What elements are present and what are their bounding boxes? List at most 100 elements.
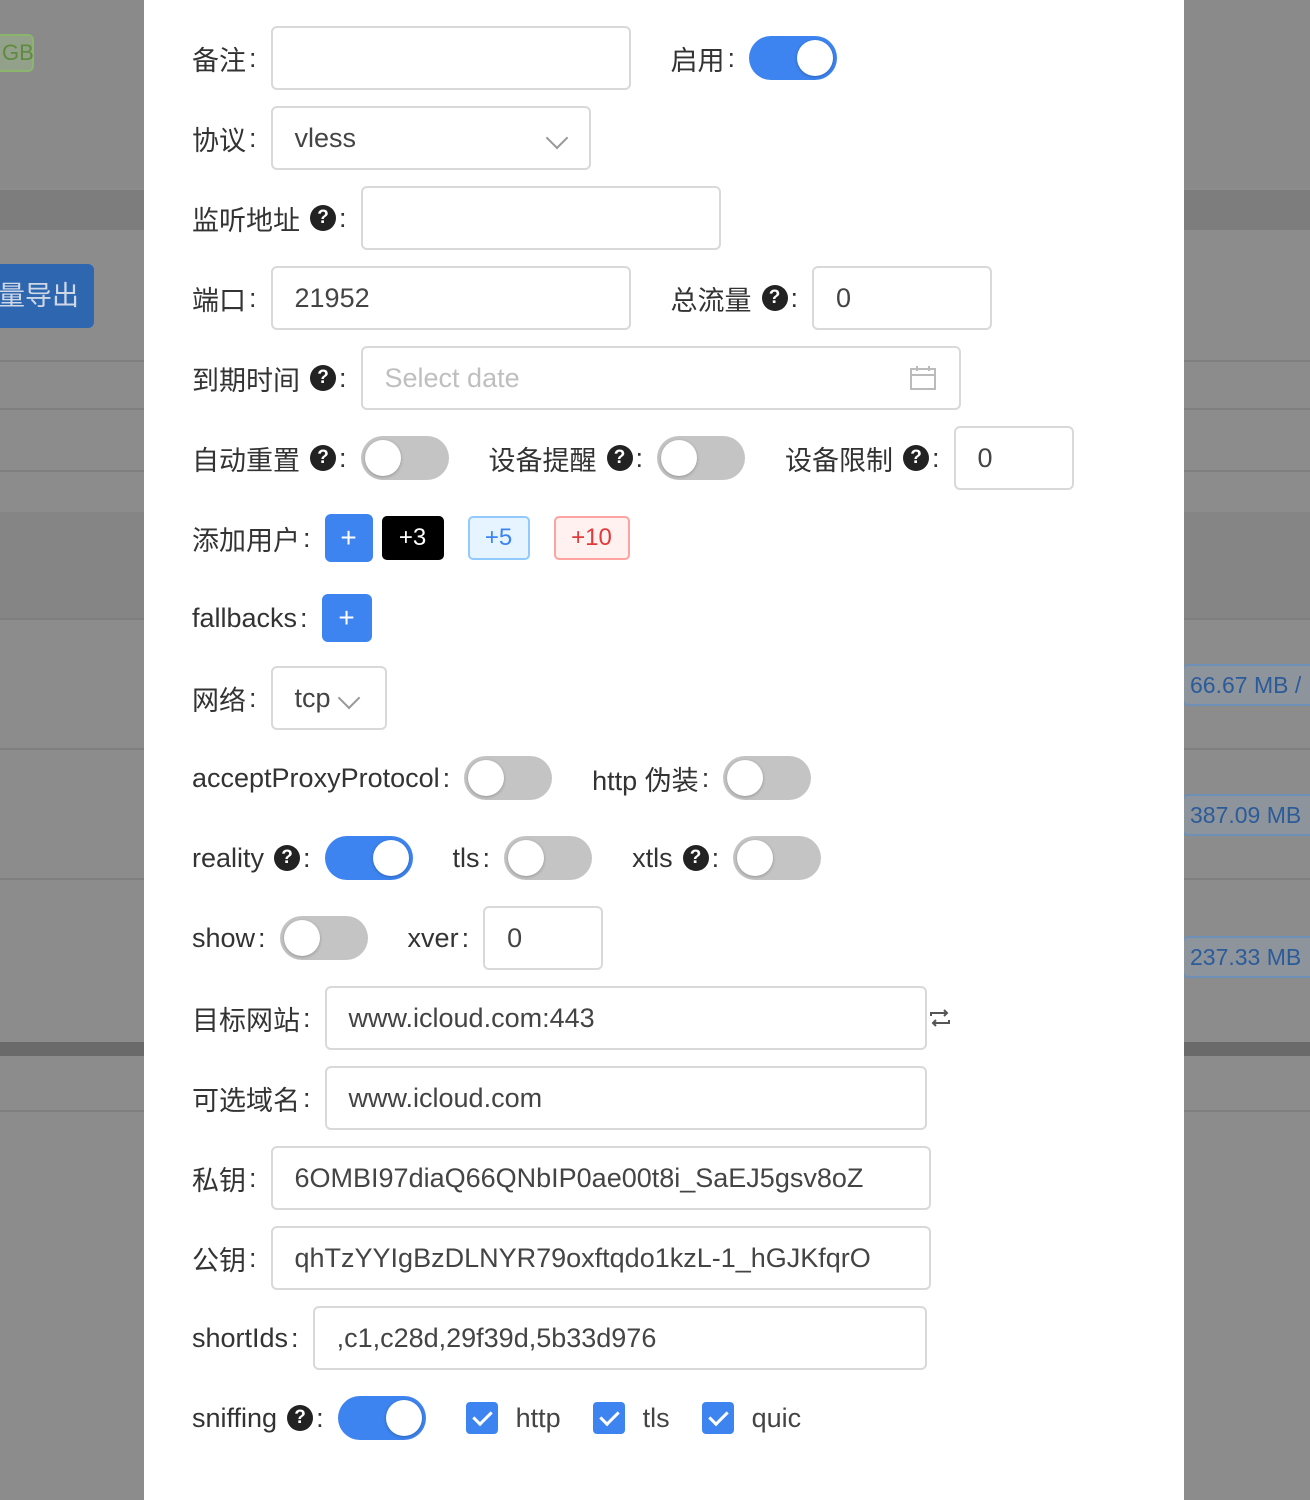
- private-key-label: 私钥:: [192, 1162, 257, 1196]
- help-icon[interactable]: ?: [606, 445, 633, 471]
- http-camouflage-label: http 伪装:: [592, 762, 710, 796]
- enable-label: 启用:: [670, 42, 736, 76]
- target-site-input[interactable]: www.icloud.com:443: [324, 986, 927, 1050]
- tls-switch[interactable]: [504, 836, 593, 880]
- export-button[interactable]: 量导出: [0, 264, 94, 328]
- auto-reset-label: 自动重置?:: [192, 442, 347, 476]
- auto-reset-switch[interactable]: [360, 436, 449, 480]
- traffic-value: 237.33 MB: [1182, 936, 1310, 978]
- help-icon[interactable]: ?: [310, 365, 336, 391]
- sniff-tls-checkbox[interactable]: [592, 1402, 625, 1434]
- network-row: 网络: tcp: [192, 666, 387, 730]
- fallbacks-row: fallbacks: +: [192, 586, 372, 650]
- add-user-label: 添加用户:: [192, 522, 311, 556]
- server-names-input[interactable]: www.icloud.com: [324, 1066, 927, 1130]
- sniffing-label: sniffing?:: [192, 1402, 324, 1433]
- sniff-http-label: http: [515, 1402, 561, 1433]
- listen-row: 监听地址?:: [192, 186, 721, 250]
- proxy-row: acceptProxyProtocol: http 伪装:: [192, 746, 812, 810]
- security-row: reality?: tls: xtls?:: [192, 826, 822, 890]
- protocol-value: vless: [294, 122, 357, 153]
- xver-label: xver:: [407, 922, 470, 953]
- swap-icon[interactable]: [927, 1005, 953, 1031]
- sniff-quic-checkbox[interactable]: [701, 1402, 734, 1434]
- add-10-users-button[interactable]: +10: [553, 516, 630, 560]
- inbound-edit-modal: 备注: 启用: 协议: vless 监听地址?: 端口: 21952 总流量?:…: [144, 0, 1184, 1500]
- protocol-select[interactable]: vless: [270, 106, 591, 170]
- sniff-quic-label: quic: [751, 1402, 802, 1433]
- show-label: show:: [192, 922, 266, 953]
- help-icon[interactable]: ?: [287, 1405, 314, 1431]
- expiry-date-picker[interactable]: Select date: [360, 346, 961, 410]
- private-key-row: 私钥: 6OMBI97diaQ66QNbIP0ae00t8i_SaEJ5gsv8…: [192, 1146, 931, 1210]
- total-traffic-input[interactable]: 0: [812, 266, 993, 330]
- traffic-value: 66.67 MB /: [1182, 664, 1310, 706]
- chevron-down-icon: [337, 686, 360, 710]
- traffic-value: 387.09 MB: [1182, 794, 1310, 836]
- network-select[interactable]: tcp: [270, 666, 387, 730]
- reality-switch[interactable]: [324, 836, 413, 880]
- server-names-row: 可选域名: www.icloud.com: [192, 1066, 927, 1130]
- xtls-label: xtls?:: [632, 842, 720, 873]
- xver-input[interactable]: 0: [483, 906, 604, 970]
- expiry-placeholder: Select date: [384, 362, 520, 393]
- sniffing-row: sniffing?: http tls quic: [192, 1386, 801, 1450]
- help-icon[interactable]: ?: [310, 205, 336, 231]
- add-5-users-button[interactable]: +5: [467, 516, 530, 560]
- remark-row: 备注: 启用:: [192, 26, 838, 90]
- chevron-down-icon: [545, 126, 568, 150]
- short-ids-label: shortIds:: [192, 1322, 299, 1353]
- show-row: show: xver: 0: [192, 906, 604, 970]
- port-input[interactable]: 21952: [270, 266, 631, 330]
- short-ids-row: shortIds: ,c1,c28d,29f39d,5b33d976: [192, 1306, 927, 1370]
- private-key-input[interactable]: 6OMBI97diaQ66QNbIP0ae00t8i_SaEJ5gsv8oZ: [270, 1146, 931, 1210]
- target-site-label: 目标网站:: [192, 1002, 311, 1036]
- add-fallback-button[interactable]: +: [321, 594, 372, 642]
- traffic-tag: GB: [0, 34, 34, 72]
- device-row: 自动重置?: 设备提醒?: 设备限制?: 0: [192, 426, 1074, 490]
- protocol-row: 协议: vless: [192, 106, 591, 170]
- device-limit-label: 设备限制?:: [785, 442, 940, 476]
- port-label: 端口:: [192, 282, 257, 316]
- sniff-http-checkbox[interactable]: [465, 1402, 498, 1434]
- xtls-switch[interactable]: [733, 836, 822, 880]
- short-ids-input[interactable]: ,c1,c28d,29f39d,5b33d976: [312, 1306, 927, 1370]
- sniffing-switch[interactable]: [337, 1396, 426, 1440]
- accept-proxy-label: acceptProxyProtocol:: [192, 762, 451, 793]
- listen-input[interactable]: [360, 186, 721, 250]
- help-icon[interactable]: ?: [682, 845, 709, 871]
- add-user-row: 添加用户: + +3 +5 +10: [192, 506, 630, 570]
- add-3-users-button[interactable]: +3: [381, 516, 444, 560]
- device-alert-label: 设备提醒?:: [488, 442, 644, 476]
- help-icon[interactable]: ?: [761, 285, 788, 311]
- help-icon[interactable]: ?: [903, 445, 930, 471]
- network-label: 网络:: [192, 682, 257, 716]
- public-key-row: 公钥: qhTzYYIgBzDLNYR79oxftqdo1kzL-1_hGJKf…: [192, 1226, 931, 1290]
- tls-label: tls:: [452, 842, 491, 873]
- calendar-icon: [909, 366, 936, 390]
- public-key-input[interactable]: qhTzYYIgBzDLNYR79oxftqdo1kzL-1_hGJKfqrO: [270, 1226, 931, 1290]
- remark-label: 备注:: [192, 42, 257, 76]
- show-switch[interactable]: [279, 916, 368, 960]
- help-icon[interactable]: ?: [310, 445, 336, 471]
- target-site-row: 目标网站: www.icloud.com:443: [192, 986, 953, 1050]
- expiry-row: 到期时间?: Select date: [192, 346, 961, 410]
- add-user-button[interactable]: +: [324, 514, 373, 562]
- total-traffic-label: 总流量?:: [670, 282, 799, 316]
- public-key-label: 公钥:: [192, 1242, 257, 1276]
- reality-label: reality?:: [192, 842, 311, 873]
- listen-label: 监听地址?:: [192, 202, 347, 236]
- port-row: 端口: 21952 总流量?: 0: [192, 266, 993, 330]
- enable-switch[interactable]: [749, 36, 838, 80]
- network-value: tcp: [294, 682, 331, 713]
- fallbacks-label: fallbacks:: [192, 602, 308, 633]
- device-limit-input[interactable]: 0: [953, 426, 1074, 490]
- remark-input[interactable]: [270, 26, 631, 90]
- http-camouflage-switch[interactable]: [723, 756, 812, 800]
- sniff-tls-label: tls: [642, 1402, 670, 1433]
- help-icon[interactable]: ?: [274, 845, 301, 871]
- accept-proxy-switch[interactable]: [464, 756, 553, 800]
- expiry-label: 到期时间?:: [192, 362, 347, 396]
- server-names-label: 可选域名:: [192, 1082, 311, 1116]
- device-alert-switch[interactable]: [657, 436, 746, 480]
